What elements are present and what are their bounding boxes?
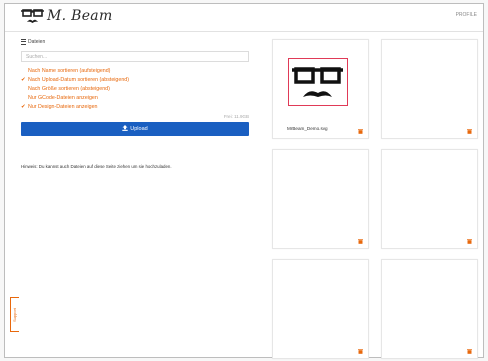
- glasses-mustache-logo-icon: [21, 9, 44, 23]
- files-panel: Dateien Suchen... Nach Name sortieren (a…: [21, 37, 249, 169]
- sort-filter-options: Nach Name sortieren (aufsteigend) ✔ Nach …: [21, 67, 249, 112]
- profile-menu[interactable]: PROFILE: [456, 12, 477, 18]
- trash-icon[interactable]: [467, 349, 472, 354]
- file-card[interactable]: MrBeam_Demo.svg: [272, 39, 369, 139]
- drag-drop-hint: Hinweis: Du kannst auch Dateien auf dies…: [21, 164, 172, 169]
- upload-button[interactable]: Upload: [21, 122, 249, 136]
- option-text: Nach Upload-Datum sortieren (absteigend): [28, 77, 129, 83]
- checkmark-icon: ✔: [21, 104, 26, 110]
- trash-icon[interactable]: [358, 349, 363, 354]
- files-title: Dateien: [28, 39, 46, 45]
- list-icon: [21, 38, 26, 45]
- trash-icon[interactable]: [467, 129, 472, 134]
- file-card[interactable]: [381, 39, 478, 139]
- trash-icon[interactable]: [358, 239, 363, 244]
- top-bar: M. Beam PROFILE: [5, 4, 483, 32]
- file-card[interactable]: [381, 149, 478, 249]
- trash-icon[interactable]: [358, 129, 363, 134]
- option-text: Nur Design-Dateien anzeigen: [28, 104, 98, 110]
- files-header: Dateien: [21, 37, 249, 47]
- checkmark-icon: ✔: [21, 77, 26, 83]
- filter-option-gcode[interactable]: Nur GCode-Dateien anzeigen: [21, 94, 249, 103]
- option-text: Nur GCode-Dateien anzeigen: [28, 95, 98, 101]
- file-name: MrBeam_Demo.svg: [287, 126, 328, 131]
- glasses-mustache-image: [292, 67, 343, 97]
- trash-icon[interactable]: [467, 239, 472, 244]
- app-frame: M. Beam PROFILE Dateien Suchen... Nach N…: [0, 0, 488, 361]
- file-thumbnail: [288, 58, 348, 106]
- filter-option-design[interactable]: ✔ Nur Design-Dateien anzeigen: [21, 103, 249, 112]
- file-card[interactable]: [272, 149, 369, 249]
- option-text: Nach Größe sortieren (absteigend): [28, 86, 110, 92]
- file-card[interactable]: [272, 259, 369, 359]
- upload-label: Upload: [130, 126, 148, 132]
- option-text: Nach Name sortieren (aufsteigend): [28, 68, 111, 74]
- upload-icon: [122, 125, 128, 131]
- sort-option-upload-date-desc[interactable]: ✔ Nach Upload-Datum sortieren (absteigend…: [21, 76, 249, 85]
- sort-option-name-asc[interactable]: Nach Name sortieren (aufsteigend): [21, 67, 249, 76]
- support-tab[interactable]: Support: [10, 297, 19, 332]
- free-space: Frei: 11.9GB: [223, 114, 249, 119]
- sort-option-size-desc[interactable]: Nach Größe sortieren (absteigend): [21, 85, 249, 94]
- logo-text: M. Beam: [47, 8, 113, 24]
- search-input[interactable]: Suchen...: [21, 51, 249, 62]
- file-card[interactable]: [381, 259, 478, 359]
- logo[interactable]: M. Beam: [21, 7, 161, 29]
